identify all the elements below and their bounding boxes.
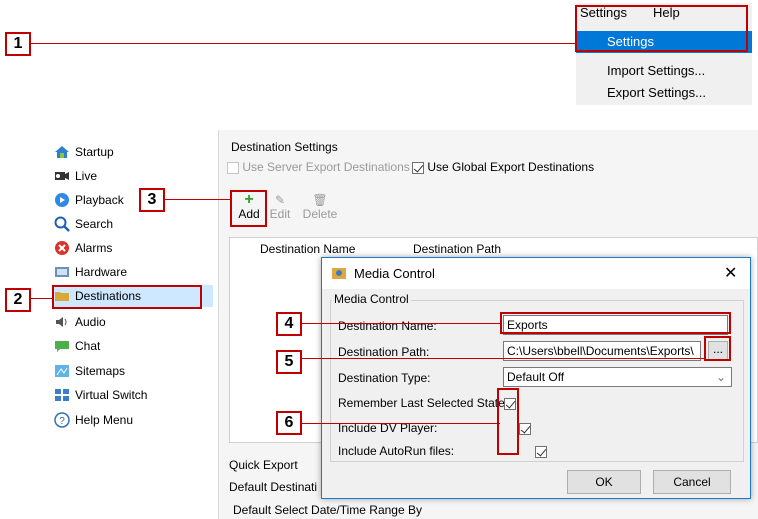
sidebar-item-label: Live: [75, 169, 98, 183]
callout-4-line: [302, 323, 502, 324]
callout-1-line: [31, 43, 578, 44]
use-server-export-label: Use Server Export Destinations: [242, 160, 410, 174]
media-control-dialog: Media Control ✕ Media Control Destinatio…: [321, 257, 751, 499]
callout-3-highlight: [230, 190, 267, 227]
sidebar-item-startup[interactable]: Startup: [53, 141, 213, 163]
search-icon: [53, 216, 71, 232]
include-dv-player-checkbox[interactable]: [519, 422, 532, 435]
callout-6-highlight: [497, 388, 519, 455]
sidebar-item-search[interactable]: Search: [53, 213, 213, 235]
callout-4: 4: [276, 312, 302, 336]
hardware-icon: [53, 264, 71, 280]
close-icon[interactable]: ✕: [724, 263, 737, 283]
use-server-export-checkbox[interactable]: [227, 161, 239, 174]
use-global-export-checkbox[interactable]: [412, 161, 424, 174]
destination-path-label: Destination Path:: [338, 345, 430, 359]
sidebar-item-playback[interactable]: Playback: [53, 189, 213, 211]
speaker-icon: [53, 314, 71, 330]
sidebar: Startup Live Playback Search Alarms Hard…: [47, 130, 219, 519]
ok-button[interactable]: OK: [567, 470, 641, 494]
trash-icon: 🗑: [312, 193, 328, 207]
svg-text:?: ?: [59, 416, 65, 427]
sidebar-item-label: Playback: [75, 193, 124, 207]
sidebar-item-audio[interactable]: Audio: [53, 311, 213, 333]
sidebar-item-hardware[interactable]: Hardware: [53, 261, 213, 283]
sidebar-item-label: Audio: [75, 315, 106, 329]
group-title: Media Control: [332, 292, 411, 306]
chevron-down-icon: ⌄: [715, 370, 726, 384]
edit-label: Edit: [269, 207, 291, 221]
sidebar-item-chat[interactable]: Chat: [53, 335, 213, 357]
menu-item-import-label: Import Settings...: [607, 63, 706, 78]
alarm-icon: [53, 240, 71, 256]
sidebar-item-label: Chat: [75, 339, 101, 353]
destination-type-select[interactable]: Default Off ⌄: [503, 367, 732, 387]
callout-1: 1: [5, 32, 31, 56]
menu-item-import-settings[interactable]: Import Settings...: [576, 60, 752, 82]
callout-5-highlight: [704, 336, 731, 361]
sidebar-item-alarms[interactable]: Alarms: [53, 237, 213, 259]
menu-item-export-label: Export Settings...: [607, 85, 706, 100]
callout-5: 5: [276, 350, 302, 374]
callout-1-highlight: [575, 5, 748, 52]
callout-6: 6: [276, 411, 302, 435]
sidebar-item-virtual-switch[interactable]: Virtual Switch: [53, 384, 213, 406]
callout-5-line: [302, 358, 705, 359]
sidebar-item-label: Sitemaps: [75, 364, 126, 378]
callout-4-highlight: [500, 312, 731, 334]
destination-settings-title: Destination Settings: [231, 140, 338, 154]
include-autorun-checkbox[interactable]: [534, 445, 547, 458]
cancel-button[interactable]: Cancel: [653, 470, 731, 494]
quick-export-title: Quick Export: [229, 458, 298, 472]
sidebar-item-help-menu[interactable]: ? Help Menu: [53, 409, 213, 431]
sidebar-item-label: Hardware: [75, 265, 128, 279]
callout-6-line: [302, 423, 500, 424]
edit-icon: ✎: [274, 193, 286, 207]
delete-button[interactable]: 🗑 Delete: [300, 193, 340, 221]
callout-3-line: [165, 199, 231, 200]
chat-icon: [53, 338, 71, 354]
include-autorun-label: Include AutoRun files:: [338, 444, 455, 458]
default-select-range-label: Default Select Date/Time Range By: [233, 503, 422, 517]
sitemap-icon: [53, 363, 71, 379]
edit-button[interactable]: ✎ Edit: [266, 193, 294, 221]
use-global-export-row[interactable]: Use Global Export Destinations: [412, 160, 594, 174]
sidebar-item-label: Alarms: [75, 241, 113, 255]
column-header-destination-name[interactable]: Destination Name: [260, 242, 355, 256]
callout-3: 3: [139, 188, 165, 212]
help-icon: ?: [53, 412, 71, 428]
column-header-destination-path[interactable]: Destination Path: [413, 242, 501, 256]
sidebar-item-label: Search: [75, 217, 114, 231]
use-global-export-label: Use Global Export Destinations: [427, 160, 595, 174]
camera-icon: [53, 168, 71, 184]
sidebar-item-label: Help Menu: [75, 413, 134, 427]
virtual-switch-icon: [53, 387, 71, 403]
delete-label: Delete: [302, 207, 338, 221]
house-icon: [53, 144, 71, 160]
media-control-app-icon: [331, 265, 347, 284]
destination-type-label: Destination Type:: [338, 371, 431, 385]
destination-type-value: Default Off: [507, 370, 565, 384]
default-destination-label: Default Destinati: [229, 480, 318, 494]
sidebar-item-label: Startup: [75, 145, 114, 159]
menu-item-export-settings[interactable]: Export Settings...: [576, 82, 752, 104]
dialog-title: Media Control: [354, 266, 435, 281]
sidebar-item-live[interactable]: Live: [53, 165, 213, 187]
callout-2-highlight: [52, 285, 202, 309]
dialog-title-bar: Media Control ✕: [322, 258, 750, 289]
playback-icon: [53, 192, 71, 208]
sidebar-item-label: Virtual Switch: [75, 388, 148, 402]
destination-name-label: Destination Name:: [338, 319, 437, 333]
remember-state-label: Remember Last Selected State:: [338, 396, 509, 410]
callout-2: 2: [5, 288, 31, 312]
sidebar-item-sitemaps[interactable]: Sitemaps: [53, 360, 213, 382]
use-server-export-row[interactable]: Use Server Export Destinations: [227, 160, 410, 174]
callout-2-line: [31, 298, 53, 299]
